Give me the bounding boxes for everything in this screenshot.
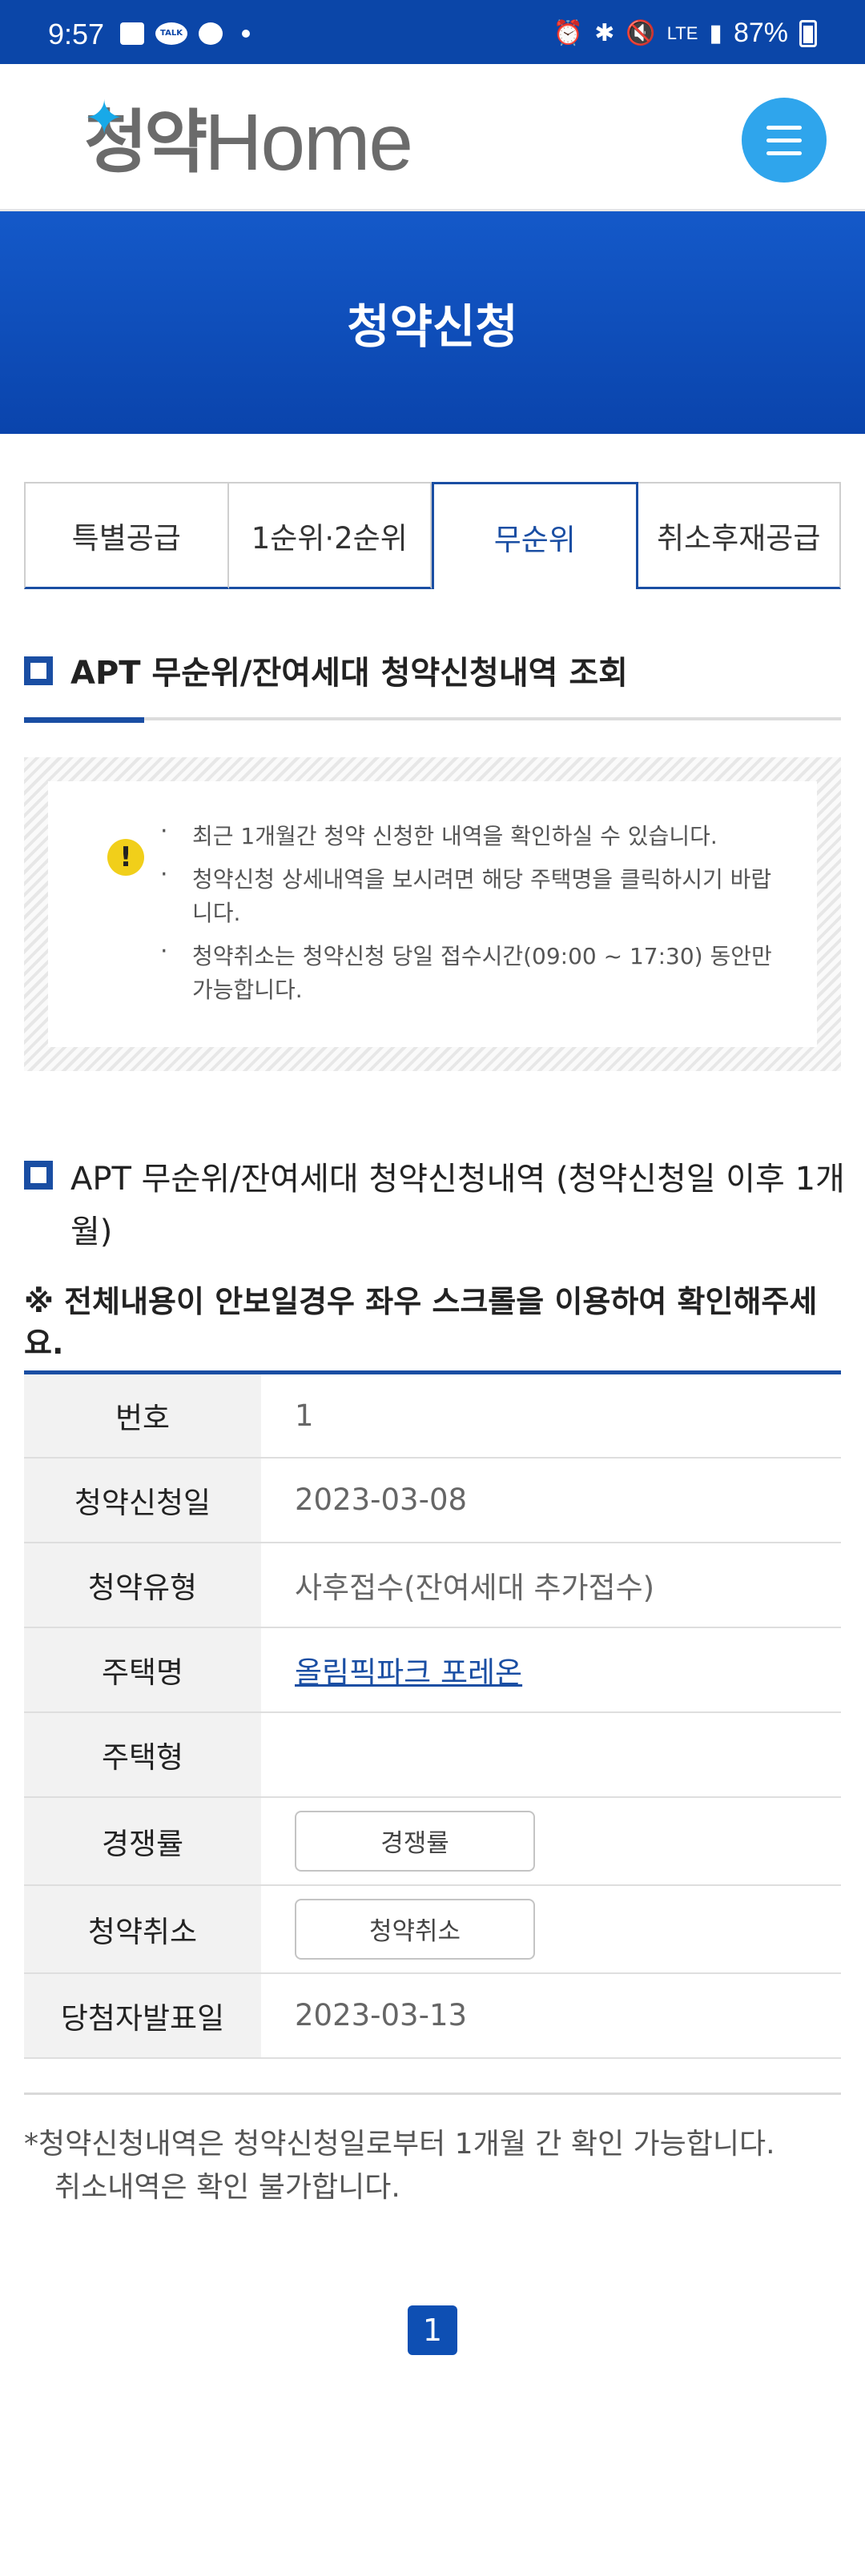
table-row: 청약신청일 2023-03-08 — [24, 1457, 841, 1543]
square-bullet-icon — [24, 1161, 53, 1190]
talk-icon: TALK — [155, 22, 187, 45]
status-time: 9:57 — [48, 18, 105, 50]
logo-star-icon: ✦ — [84, 90, 125, 146]
row-value: 사후접수(잔여세대 추가접수) — [295, 1570, 655, 1605]
row-label: 청약취소 — [24, 1884, 261, 1973]
footnote-line-1: *청약신청내역은 청약신청일로부터 1개월 간 확인 가능합니다. — [24, 2128, 775, 2161]
footnote: *청약신청내역은 청약신청일로부터 1개월 간 확인 가능합니다. 취소내역은 … — [24, 2123, 841, 2209]
hamburger-line — [766, 138, 802, 142]
table-row: 청약취소 청약취소 — [24, 1884, 841, 1973]
row-value: 올림픽파크 포레온 — [261, 1627, 841, 1712]
message-icon — [199, 22, 223, 45]
square-bullet-icon — [24, 656, 53, 685]
tab-bar: 특별공급 1순위·2순위 무순위 취소후재공급 — [24, 482, 841, 589]
competition-button[interactable]: 경쟁률 — [295, 1810, 535, 1872]
notice-item: 청약취소는 청약신청 당일 접수시간(09:00 ~ 17:30) 동안만 가능… — [160, 935, 785, 1007]
row-value: 1 — [295, 1398, 314, 1433]
tab-no-rank[interactable]: 무순위 — [432, 482, 638, 589]
status-system: ⏰ ✱ 🔇 LTE ▮ 87% — [553, 18, 817, 49]
signal-icon: ▮ — [709, 20, 722, 46]
notice-list: 최근 1개월간 청약 신청한 내역을 확인하실 수 있습니다. 청약신청 상세내… — [160, 815, 785, 1017]
table-row: 경쟁률 경쟁률 — [24, 1796, 841, 1885]
table-row: 번호 1 — [24, 1372, 841, 1458]
site-header: ✦ 청약 Home — [0, 64, 865, 211]
alarm-icon: ⏰ — [553, 20, 584, 46]
tab-resupply[interactable]: 취소후재공급 — [638, 482, 841, 589]
battery-percent: 87% — [733, 18, 788, 48]
section-lookup-title: APT 무순위/잔여세대 청약신청내역 조회 — [70, 655, 628, 692]
tab-special-supply[interactable]: 특별공급 — [24, 482, 229, 589]
row-label: 청약유형 — [24, 1542, 261, 1627]
table-row: 주택명 올림픽파크 포레온 — [24, 1627, 841, 1712]
hamburger-line — [766, 150, 802, 155]
section-history-title: APT 무순위/잔여세대 청약신청내역 (청약신청일 이후 1개월) — [70, 1161, 845, 1250]
row-label: 당첨자발표일 — [24, 1972, 261, 2058]
scroll-hint: ※ 전체내용이 안보일경우 좌우 스크롤을 이용하여 확인해주세요. — [24, 1284, 818, 1361]
application-detail-table: 번호 1 청약신청일 2023-03-08 청약유형 사후접수(잔여세대 추가접… — [24, 1370, 841, 2059]
row-value — [261, 1712, 841, 1797]
row-label: 경쟁률 — [24, 1796, 261, 1885]
hamburger-icon — [766, 125, 802, 130]
battery-icon — [799, 19, 817, 47]
row-value: 2023-03-08 — [295, 1483, 468, 1517]
row-label: 번호 — [24, 1372, 261, 1458]
network-type: LTE — [666, 22, 698, 43]
mute-icon: 🔇 — [626, 20, 656, 46]
notice-item: 청약신청 상세내역을 보시려면 해당 주택명을 클릭하시기 바랍니다. — [160, 858, 785, 930]
section-history-heading: APT 무순위/잔여세대 청약신청내역 (청약신청일 이후 1개월) — [24, 1153, 857, 1258]
gallery-icon — [120, 22, 144, 45]
table-row: 주택형 — [24, 1711, 841, 1797]
row-value: 청약취소 — [261, 1885, 841, 1973]
more-notifications-icon — [242, 30, 250, 38]
notice-content: ! 최근 1개월간 청약 신청한 내역을 확인하실 수 있습니다. 청약신청 상… — [48, 781, 817, 1047]
tab-first-second-rank[interactable]: 1순위·2순위 — [228, 482, 432, 589]
logo-text-en: Home — [204, 98, 413, 187]
row-label: 주택형 — [24, 1711, 261, 1797]
section-lookup-heading: APT 무순위/잔여세대 청약신청내역 조회 — [24, 648, 628, 698]
notice-item: 최근 1개월간 청약 신청한 내역을 확인하실 수 있습니다. — [160, 815, 785, 853]
site-logo[interactable]: ✦ 청약 Home — [84, 90, 413, 187]
menu-button[interactable] — [742, 98, 827, 183]
row-label: 청약신청일 — [24, 1457, 261, 1543]
status-bar: 9:57 TALK ⏰ ✱ 🔇 LTE ▮ 87% — [0, 0, 865, 64]
footnote-line-2: 취소내역은 확인 불가합니다. — [54, 2171, 400, 2204]
pagination-current-page[interactable]: 1 — [408, 2305, 457, 2355]
page-title: 청약신청 — [347, 299, 518, 354]
row-label: 주택명 — [24, 1627, 261, 1712]
notice-box: ! 최근 1개월간 청약 신청한 내역을 확인하실 수 있습니다. 청약신청 상… — [24, 757, 841, 1071]
page-banner: 청약신청 — [0, 211, 865, 434]
table-row: 청약유형 사후접수(잔여세대 추가접수) — [24, 1542, 841, 1627]
row-value: 2023-03-13 — [295, 1998, 468, 2032]
row-value: 경쟁률 — [261, 1797, 841, 1885]
cancel-application-button[interactable]: 청약취소 — [295, 1898, 535, 1960]
footnote-divider — [24, 2092, 841, 2095]
section-divider — [24, 717, 841, 723]
status-notifications: TALK — [120, 22, 250, 45]
bluetooth-icon: ✱ — [594, 20, 615, 46]
house-name-link[interactable]: 올림픽파크 포레온 — [295, 1655, 522, 1690]
table-row: 당첨자발표일 2023-03-13 — [24, 1972, 841, 2058]
exclamation-icon: ! — [107, 839, 144, 876]
